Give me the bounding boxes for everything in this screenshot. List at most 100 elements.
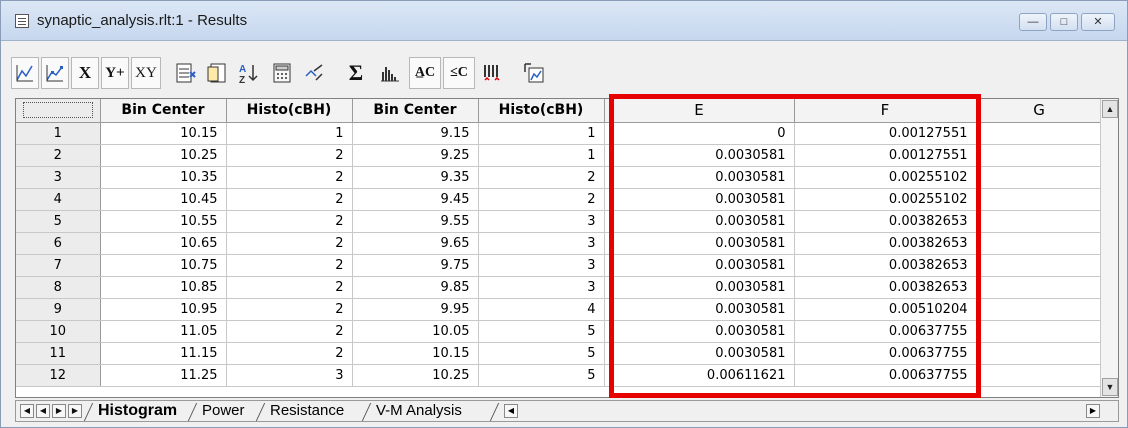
table-cell[interactable]: 5 xyxy=(478,342,605,365)
title-bar[interactable]: synaptic_analysis.rlt:1 - Results — □ ✕ xyxy=(1,1,1127,41)
scroll-up-icon[interactable]: ▲ xyxy=(1102,100,1118,118)
table-cell[interactable]: 10.75 xyxy=(100,254,227,277)
table-cell[interactable] xyxy=(976,254,1103,277)
table-cell[interactable]: 10.15 xyxy=(100,122,227,145)
table-cell[interactable]: 2 xyxy=(226,254,353,277)
table-cell[interactable]: 10.05 xyxy=(352,320,479,343)
table-cell[interactable]: 10.65 xyxy=(100,232,227,255)
table-cell[interactable]: 2 xyxy=(226,166,353,189)
table-cell[interactable] xyxy=(976,232,1103,255)
table-cell[interactable]: 0.00510204 xyxy=(794,298,977,321)
column-header-g[interactable]: G xyxy=(976,99,1103,123)
table-cell[interactable]: 5 xyxy=(478,364,605,387)
table-cell[interactable]: 0.0030581 xyxy=(604,210,795,233)
table-cell[interactable]: 2 xyxy=(226,320,353,343)
table-cell[interactable]: 1 xyxy=(478,122,605,145)
tab-power[interactable]: Power xyxy=(192,401,249,421)
next-sheet-icon[interactable]: ▶ xyxy=(52,404,66,418)
table-cell[interactable]: 1 xyxy=(478,144,605,167)
row-number[interactable]: 4 xyxy=(16,188,101,211)
table-cell[interactable]: 11.05 xyxy=(100,320,227,343)
worksheet-icon-button[interactable] xyxy=(203,57,233,89)
row-number[interactable]: 10 xyxy=(16,320,101,343)
sum-button[interactable]: Σ xyxy=(341,57,371,89)
table-cell[interactable] xyxy=(976,342,1103,365)
table-cell[interactable]: 9.15 xyxy=(352,122,479,145)
table-cell[interactable] xyxy=(976,188,1103,211)
scroll-right-icon[interactable]: ▶ xyxy=(1086,404,1100,418)
first-sheet-icon[interactable]: ◀ xyxy=(20,404,34,418)
transform-icon[interactable] xyxy=(299,57,329,89)
table-cell[interactable]: 11.15 xyxy=(100,342,227,365)
maximize-button[interactable]: □ xyxy=(1050,13,1078,31)
table-cell[interactable]: 4 xyxy=(478,298,605,321)
table-cell[interactable]: 1 xyxy=(226,122,353,145)
table-cell[interactable]: 0.00611621 xyxy=(604,364,795,387)
row-number[interactable]: 1 xyxy=(16,122,101,145)
column-properties-icon[interactable] xyxy=(171,57,201,89)
table-cell[interactable]: 10.55 xyxy=(100,210,227,233)
table-cell[interactable] xyxy=(976,210,1103,233)
column-header[interactable]: Histo(cBH) xyxy=(226,99,353,123)
table-cell[interactable]: 11.25 xyxy=(100,364,227,387)
scroll-left-icon[interactable]: ◀ xyxy=(504,404,518,418)
table-cell[interactable]: 9.25 xyxy=(352,144,479,167)
table-cell[interactable]: 0.00637755 xyxy=(794,320,977,343)
tab-resistance[interactable]: Resistance xyxy=(260,401,348,421)
select-all-corner[interactable] xyxy=(16,99,101,123)
table-cell[interactable]: 10.45 xyxy=(100,188,227,211)
table-cell[interactable]: 10.95 xyxy=(100,298,227,321)
row-number[interactable]: 9 xyxy=(16,298,101,321)
table-cell[interactable]: 0.00127551 xyxy=(794,144,977,167)
table-cell[interactable]: 10.85 xyxy=(100,276,227,299)
table-cell[interactable]: 0.00382653 xyxy=(794,232,977,255)
table-cell[interactable] xyxy=(976,276,1103,299)
table-cell[interactable]: 10.25 xyxy=(352,364,479,387)
table-cell[interactable]: 0.00255102 xyxy=(794,166,977,189)
table-cell[interactable]: 10.15 xyxy=(352,342,479,365)
export-chart-icon[interactable] xyxy=(519,57,549,89)
table-cell[interactable] xyxy=(976,364,1103,387)
set-xy-button[interactable]: XY xyxy=(131,57,161,89)
table-cell[interactable]: 2 xyxy=(478,188,605,211)
table-cell[interactable]: 3 xyxy=(478,210,605,233)
table-cell[interactable]: 0.00382653 xyxy=(794,276,977,299)
table-cell[interactable]: 2 xyxy=(226,232,353,255)
table-cell[interactable] xyxy=(976,298,1103,321)
table-cell[interactable]: 9.75 xyxy=(352,254,479,277)
column-header[interactable]: Bin Center xyxy=(352,99,479,123)
tab-histogram[interactable]: Histogram xyxy=(88,401,181,421)
table-cell[interactable]: 0 xyxy=(604,122,795,145)
line-symbol-plot-icon[interactable] xyxy=(41,57,69,89)
vertical-scrollbar[interactable]: ▲ ▼ xyxy=(1100,99,1118,397)
worksheet-grid[interactable]: Bin Center Histo(cBH) Bin Center Histo(c… xyxy=(15,98,1119,398)
table-cell[interactable] xyxy=(976,166,1103,189)
table-cell[interactable]: 0.00637755 xyxy=(794,364,977,387)
table-cell[interactable]: 0.00255102 xyxy=(794,188,977,211)
table-cell[interactable]: 9.55 xyxy=(352,210,479,233)
column-header[interactable]: Bin Center xyxy=(100,99,227,123)
set-y-column-button[interactable]: Y+ xyxy=(101,57,129,89)
table-cell[interactable]: 0.00382653 xyxy=(794,210,977,233)
table-cell[interactable]: 10.35 xyxy=(100,166,227,189)
table-cell[interactable]: 3 xyxy=(478,276,605,299)
ascending-column-button[interactable]: A̲C xyxy=(409,57,441,89)
line-plot-icon[interactable] xyxy=(11,57,39,89)
table-cell[interactable]: 0.0030581 xyxy=(604,232,795,255)
table-cell[interactable]: 2 xyxy=(226,144,353,167)
row-number[interactable]: 6 xyxy=(16,232,101,255)
row-number[interactable]: 3 xyxy=(16,166,101,189)
close-button[interactable]: ✕ xyxy=(1081,13,1115,31)
table-cell[interactable]: 0.00382653 xyxy=(794,254,977,277)
row-number[interactable]: 8 xyxy=(16,276,101,299)
tab-v-m-analysis[interactable]: V-M Analysis xyxy=(366,401,466,421)
table-cell[interactable]: 0.0030581 xyxy=(604,342,795,365)
last-sheet-icon[interactable]: ▶ xyxy=(68,404,82,418)
table-cell[interactable]: 2 xyxy=(226,276,353,299)
table-cell[interactable]: 9.95 xyxy=(352,298,479,321)
row-number[interactable]: 5 xyxy=(16,210,101,233)
table-cell[interactable]: 2 xyxy=(478,166,605,189)
table-cell[interactable]: 0.00127551 xyxy=(794,122,977,145)
table-cell[interactable]: 9.45 xyxy=(352,188,479,211)
table-cell[interactable]: 5 xyxy=(478,320,605,343)
